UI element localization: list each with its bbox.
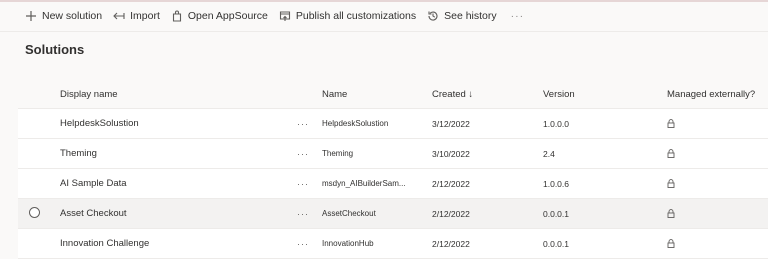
column-header-name[interactable]: Name	[322, 80, 422, 108]
import-label: Import	[130, 10, 160, 22]
more-commands-button[interactable]: ···	[511, 10, 525, 22]
name-cell: Theming	[322, 149, 354, 158]
created-cell: 3/10/2022	[432, 148, 470, 159]
row-more-button[interactable]: ···	[293, 169, 313, 198]
table-row[interactable]: Innovation Challenge ··· InnovationHub 2…	[18, 229, 768, 259]
see-history-label: See history	[444, 10, 497, 22]
see-history-button[interactable]: See history	[426, 9, 497, 23]
new-solution-label: New solution	[42, 10, 103, 22]
command-bar-divider	[0, 31, 768, 32]
name-cell: HelpdeskSolustion	[322, 119, 389, 128]
open-appsource-button[interactable]: Open AppSource	[170, 9, 268, 23]
command-bar: New solution Import Open AppSource Publi…	[0, 2, 768, 30]
lock-icon	[667, 119, 675, 128]
display-name-cell[interactable]: AI Sample Data	[60, 169, 280, 198]
created-cell: 3/12/2022	[432, 118, 470, 129]
page-title: Solutions	[25, 42, 85, 57]
created-cell: 2/12/2022	[432, 178, 470, 189]
version-cell: 1.0.0.6	[543, 178, 569, 189]
display-name-cell[interactable]: Theming	[60, 139, 280, 168]
new-solution-button[interactable]: New solution	[24, 9, 102, 23]
version-cell: 1.0.0.0	[543, 118, 569, 129]
row-more-button[interactable]: ···	[293, 199, 313, 228]
column-header-managed-externally[interactable]: Managed externally?	[667, 80, 767, 108]
shopping-bag-icon	[170, 9, 184, 23]
display-name-cell[interactable]: HelpdeskSolustion	[60, 109, 280, 138]
publish-icon	[278, 9, 292, 23]
column-header-version[interactable]: Version	[543, 80, 633, 108]
plus-icon	[24, 9, 38, 23]
version-cell: 0.0.0.1	[543, 208, 569, 219]
table-row[interactable]: AI Sample Data ··· msdyn_AIBuilderSam...…	[18, 169, 768, 199]
import-button[interactable]: Import	[112, 9, 160, 23]
name-cell: msdyn_AIBuilderSam...	[322, 179, 406, 188]
table-row[interactable]: Asset Checkout ··· AssetCheckout 2/12/20…	[18, 199, 768, 229]
lock-icon	[667, 239, 675, 248]
column-header-created[interactable]: Created ↓	[432, 80, 522, 108]
table-row[interactable]: Theming ··· Theming 3/10/2022 2.4	[18, 139, 768, 169]
publish-all-label: Publish all customizations	[295, 10, 417, 22]
lock-icon	[667, 209, 675, 218]
open-appsource-label: Open AppSource	[187, 10, 268, 22]
history-icon	[426, 9, 440, 23]
grid-header: Display name Name Created ↓ Version Mana…	[18, 80, 768, 109]
lock-icon	[667, 149, 675, 158]
solutions-grid: Display name Name Created ↓ Version Mana…	[18, 80, 768, 259]
table-row[interactable]: HelpdeskSolustion ··· HelpdeskSolustion …	[18, 109, 768, 139]
version-cell: 2.4	[543, 148, 555, 159]
display-name-cell[interactable]: Asset Checkout	[60, 199, 280, 228]
import-arrow-icon	[112, 9, 126, 23]
created-cell: 2/12/2022	[432, 208, 470, 219]
row-more-button[interactable]: ···	[293, 109, 313, 138]
row-more-button[interactable]: ···	[293, 139, 313, 168]
column-header-display-name[interactable]: Display name	[60, 80, 280, 108]
publish-all-customizations-button[interactable]: Publish all customizations	[278, 9, 416, 23]
lock-icon	[667, 179, 675, 188]
name-cell: AssetCheckout	[322, 209, 376, 218]
row-select-radio[interactable]	[29, 207, 40, 218]
